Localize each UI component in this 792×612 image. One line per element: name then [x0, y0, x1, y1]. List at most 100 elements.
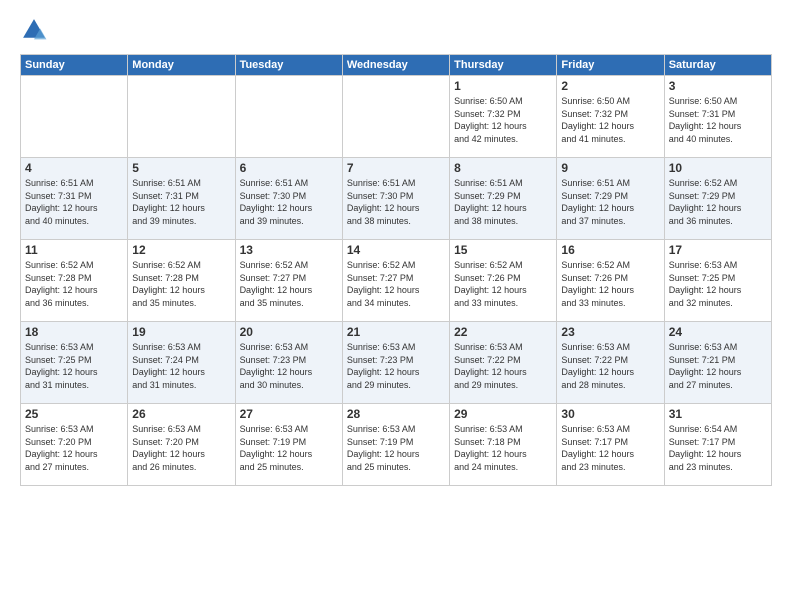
day-number: 22	[454, 325, 552, 339]
day-number: 30	[561, 407, 659, 421]
day-number: 18	[25, 325, 123, 339]
day-info: Sunrise: 6:52 AM Sunset: 7:27 PM Dayligh…	[347, 259, 445, 309]
day-info: Sunrise: 6:53 AM Sunset: 7:22 PM Dayligh…	[454, 341, 552, 391]
day-number: 12	[132, 243, 230, 257]
day-cell: 7 Sunrise: 6:51 AM Sunset: 7:30 PM Daylig…	[342, 158, 449, 240]
day-info: Sunrise: 6:53 AM Sunset: 7:20 PM Dayligh…	[132, 423, 230, 473]
day-number: 1	[454, 79, 552, 93]
day-info: Sunrise: 6:52 AM Sunset: 7:26 PM Dayligh…	[561, 259, 659, 309]
day-number: 6	[240, 161, 338, 175]
day-cell: 18 Sunrise: 6:53 AM Sunset: 7:25 PM Dayli…	[21, 322, 128, 404]
day-number: 13	[240, 243, 338, 257]
day-cell	[21, 76, 128, 158]
day-cell: 2 Sunrise: 6:50 AM Sunset: 7:32 PM Daylig…	[557, 76, 664, 158]
header	[20, 16, 772, 44]
day-info: Sunrise: 6:53 AM Sunset: 7:20 PM Dayligh…	[25, 423, 123, 473]
day-number: 5	[132, 161, 230, 175]
day-cell: 17 Sunrise: 6:53 AM Sunset: 7:25 PM Dayli…	[664, 240, 771, 322]
day-info: Sunrise: 6:52 AM Sunset: 7:28 PM Dayligh…	[132, 259, 230, 309]
day-cell: 29 Sunrise: 6:53 AM Sunset: 7:18 PM Dayli…	[450, 404, 557, 486]
week-row-1: 1 Sunrise: 6:50 AM Sunset: 7:32 PM Daylig…	[21, 76, 772, 158]
day-cell: 25 Sunrise: 6:53 AM Sunset: 7:20 PM Dayli…	[21, 404, 128, 486]
day-number: 24	[669, 325, 767, 339]
day-info: Sunrise: 6:52 AM Sunset: 7:27 PM Dayligh…	[240, 259, 338, 309]
day-info: Sunrise: 6:52 AM Sunset: 7:28 PM Dayligh…	[25, 259, 123, 309]
day-number: 8	[454, 161, 552, 175]
day-info: Sunrise: 6:53 AM Sunset: 7:24 PM Dayligh…	[132, 341, 230, 391]
day-number: 2	[561, 79, 659, 93]
weekday-friday: Friday	[557, 55, 664, 76]
day-number: 17	[669, 243, 767, 257]
day-info: Sunrise: 6:53 AM Sunset: 7:17 PM Dayligh…	[561, 423, 659, 473]
day-cell: 16 Sunrise: 6:52 AM Sunset: 7:26 PM Dayli…	[557, 240, 664, 322]
day-info: Sunrise: 6:53 AM Sunset: 7:22 PM Dayligh…	[561, 341, 659, 391]
day-cell: 27 Sunrise: 6:53 AM Sunset: 7:19 PM Dayli…	[235, 404, 342, 486]
week-row-2: 4 Sunrise: 6:51 AM Sunset: 7:31 PM Daylig…	[21, 158, 772, 240]
day-number: 25	[25, 407, 123, 421]
day-number: 9	[561, 161, 659, 175]
week-row-3: 11 Sunrise: 6:52 AM Sunset: 7:28 PM Dayli…	[21, 240, 772, 322]
day-info: Sunrise: 6:53 AM Sunset: 7:21 PM Dayligh…	[669, 341, 767, 391]
week-row-5: 25 Sunrise: 6:53 AM Sunset: 7:20 PM Dayli…	[21, 404, 772, 486]
day-cell: 26 Sunrise: 6:53 AM Sunset: 7:20 PM Dayli…	[128, 404, 235, 486]
day-number: 29	[454, 407, 552, 421]
day-cell: 22 Sunrise: 6:53 AM Sunset: 7:22 PM Dayli…	[450, 322, 557, 404]
day-number: 31	[669, 407, 767, 421]
weekday-header-row: SundayMondayTuesdayWednesdayThursdayFrid…	[21, 55, 772, 76]
day-cell: 1 Sunrise: 6:50 AM Sunset: 7:32 PM Daylig…	[450, 76, 557, 158]
weekday-sunday: Sunday	[21, 55, 128, 76]
weekday-wednesday: Wednesday	[342, 55, 449, 76]
day-info: Sunrise: 6:53 AM Sunset: 7:25 PM Dayligh…	[25, 341, 123, 391]
weekday-thursday: Thursday	[450, 55, 557, 76]
day-info: Sunrise: 6:52 AM Sunset: 7:29 PM Dayligh…	[669, 177, 767, 227]
day-cell: 20Sunrise: 6:53 AM Sunset: 7:23 PM Dayli…	[235, 322, 342, 404]
day-info: Sunrise: 6:51 AM Sunset: 7:30 PM Dayligh…	[347, 177, 445, 227]
weekday-tuesday: Tuesday	[235, 55, 342, 76]
day-number: 19	[132, 325, 230, 339]
logo-icon	[20, 16, 48, 44]
weekday-monday: Monday	[128, 55, 235, 76]
day-cell: 19 Sunrise: 6:53 AM Sunset: 7:24 PM Dayli…	[128, 322, 235, 404]
day-info: Sunrise: 6:53 AM Sunset: 7:25 PM Dayligh…	[669, 259, 767, 309]
day-info: Sunrise: 6:51 AM Sunset: 7:30 PM Dayligh…	[240, 177, 338, 227]
day-info: Sunrise: 6:53 AM Sunset: 7:19 PM Dayligh…	[240, 423, 338, 473]
day-cell: 5Sunrise: 6:51 AM Sunset: 7:31 PM Daylig…	[128, 158, 235, 240]
day-cell: 9 Sunrise: 6:51 AM Sunset: 7:29 PM Daylig…	[557, 158, 664, 240]
day-cell: 12 Sunrise: 6:52 AM Sunset: 7:28 PM Dayli…	[128, 240, 235, 322]
calendar: SundayMondayTuesdayWednesdayThursdayFrid…	[20, 54, 772, 486]
week-row-4: 18 Sunrise: 6:53 AM Sunset: 7:25 PM Dayli…	[21, 322, 772, 404]
day-info: Sunrise: 6:54 AM Sunset: 7:17 PM Dayligh…	[669, 423, 767, 473]
day-number: 11	[25, 243, 123, 257]
day-cell: 8 Sunrise: 6:51 AM Sunset: 7:29 PM Daylig…	[450, 158, 557, 240]
day-number: 21	[347, 325, 445, 339]
day-info: Sunrise: 6:53 AM Sunset: 7:23 PM Dayligh…	[240, 341, 338, 391]
day-cell: 21Sunrise: 6:53 AM Sunset: 7:23 PM Dayli…	[342, 322, 449, 404]
day-cell: 24 Sunrise: 6:53 AM Sunset: 7:21 PM Dayli…	[664, 322, 771, 404]
day-cell: 31 Sunrise: 6:54 AM Sunset: 7:17 PM Dayli…	[664, 404, 771, 486]
day-info: Sunrise: 6:51 AM Sunset: 7:31 PM Dayligh…	[25, 177, 123, 227]
day-info: Sunrise: 6:51 AM Sunset: 7:29 PM Dayligh…	[561, 177, 659, 227]
day-number: 15	[454, 243, 552, 257]
weekday-saturday: Saturday	[664, 55, 771, 76]
day-cell: 30 Sunrise: 6:53 AM Sunset: 7:17 PM Dayli…	[557, 404, 664, 486]
day-cell: 15Sunrise: 6:52 AM Sunset: 7:26 PM Dayli…	[450, 240, 557, 322]
day-info: Sunrise: 6:53 AM Sunset: 7:18 PM Dayligh…	[454, 423, 552, 473]
day-cell	[342, 76, 449, 158]
page: SundayMondayTuesdayWednesdayThursdayFrid…	[0, 0, 792, 612]
day-cell	[128, 76, 235, 158]
day-number: 4	[25, 161, 123, 175]
day-number: 26	[132, 407, 230, 421]
day-info: Sunrise: 6:50 AM Sunset: 7:32 PM Dayligh…	[561, 95, 659, 145]
day-cell: 6 Sunrise: 6:51 AM Sunset: 7:30 PM Daylig…	[235, 158, 342, 240]
day-number: 27	[240, 407, 338, 421]
day-cell: 11 Sunrise: 6:52 AM Sunset: 7:28 PM Dayli…	[21, 240, 128, 322]
day-number: 10	[669, 161, 767, 175]
day-info: Sunrise: 6:53 AM Sunset: 7:19 PM Dayligh…	[347, 423, 445, 473]
logo	[20, 16, 52, 44]
day-number: 7	[347, 161, 445, 175]
day-number: 16	[561, 243, 659, 257]
day-info: Sunrise: 6:50 AM Sunset: 7:32 PM Dayligh…	[454, 95, 552, 145]
day-cell: 28 Sunrise: 6:53 AM Sunset: 7:19 PM Dayli…	[342, 404, 449, 486]
day-info: Sunrise: 6:51 AM Sunset: 7:29 PM Dayligh…	[454, 177, 552, 227]
day-number: 28	[347, 407, 445, 421]
